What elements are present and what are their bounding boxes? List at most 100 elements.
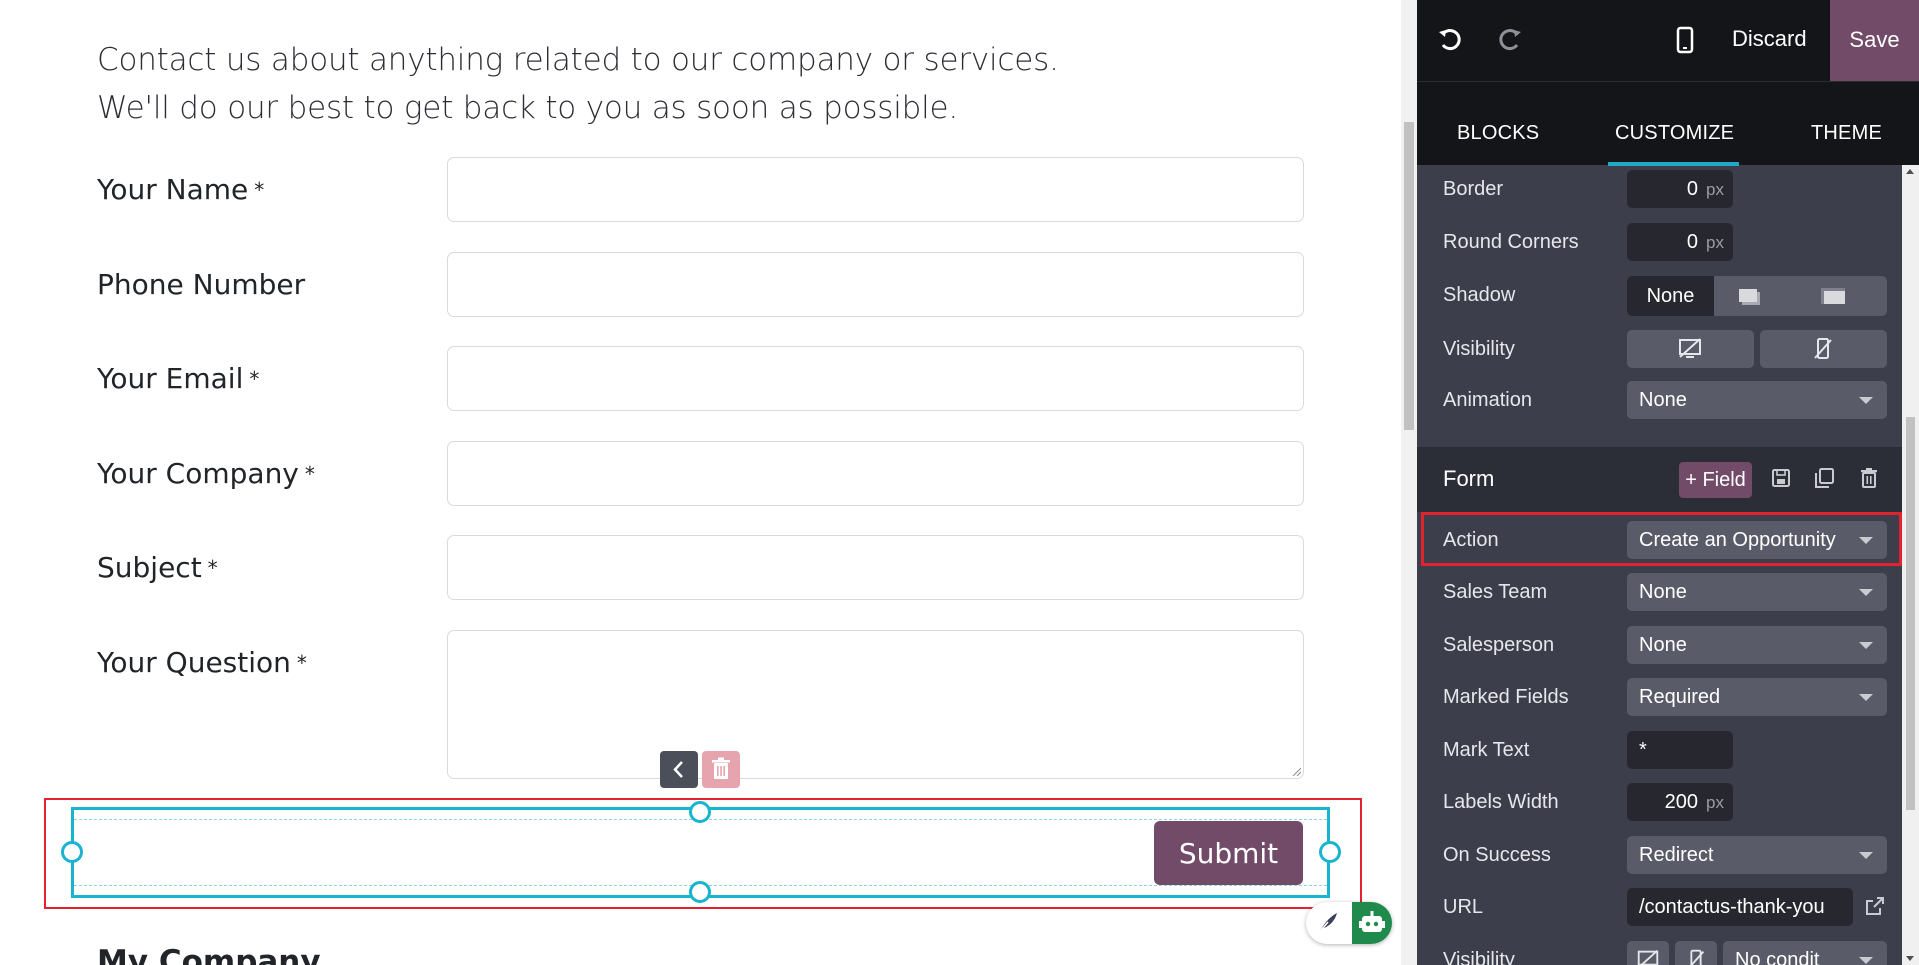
question-textarea[interactable]: [447, 630, 1304, 779]
resize-handle-left[interactable]: [61, 841, 83, 863]
resize-handle-top[interactable]: [689, 801, 711, 823]
chevron-down-icon: [1859, 694, 1873, 701]
border-width-input[interactable]: 0 px: [1627, 170, 1733, 208]
option-labels-width: Labels Width 200 px: [1417, 780, 1902, 824]
option-label: Visibility: [1443, 338, 1515, 360]
animation-select[interactable]: None: [1627, 381, 1887, 419]
resize-handle-bottom[interactable]: [689, 881, 711, 903]
active-tab-indicator: [1608, 162, 1739, 166]
field-label: Your Question *: [97, 646, 307, 679]
tab-blocks[interactable]: BLOCKS: [1457, 122, 1539, 145]
mobile-hidden-icon: [1814, 338, 1832, 359]
undo-icon[interactable]: [1435, 25, 1465, 55]
resize-handle-right[interactable]: [1319, 841, 1341, 863]
option-label: Shadow: [1443, 284, 1516, 306]
company-heading: My Company: [97, 944, 321, 965]
option-label: Visibility: [1443, 949, 1515, 965]
page-scrollbar-thumb[interactable]: [1404, 122, 1414, 430]
chevron-down-icon: [1859, 957, 1873, 964]
editor-toolbar: Discard Save: [1417, 0, 1919, 81]
on-success-select[interactable]: Redirect: [1627, 836, 1887, 874]
hide-desktop-button[interactable]: [1627, 330, 1754, 368]
chevron-left-icon: [673, 761, 683, 778]
option-label: URL: [1443, 896, 1484, 918]
bot-icon: [1359, 911, 1385, 932]
option-label: Marked Fields: [1443, 686, 1569, 708]
field-label: Subject *: [97, 551, 218, 584]
marked-fields-select[interactable]: Required: [1627, 678, 1887, 716]
option-url: URL /contactus-thank-you: [1417, 885, 1902, 929]
trash-icon[interactable]: [1856, 465, 1882, 491]
shadow-none-button[interactable]: None: [1627, 276, 1714, 316]
option-animation: Animation None: [1417, 378, 1902, 422]
salesperson-select[interactable]: None: [1627, 626, 1887, 664]
option-label: Border: [1443, 178, 1504, 200]
panel-scrollbar-thumb[interactable]: [1906, 417, 1915, 810]
round-corners-input[interactable]: 0 px: [1627, 223, 1733, 261]
sales-team-select[interactable]: None: [1627, 573, 1887, 611]
tab-customize[interactable]: CUSTOMIZE: [1615, 122, 1734, 145]
save-button[interactable]: Save: [1830, 0, 1919, 81]
field-label: Your Name *: [97, 173, 265, 206]
form-row-company: Your Company *: [97, 441, 1305, 507]
redo-icon[interactable]: [1495, 25, 1525, 55]
phone-input[interactable]: [447, 252, 1304, 317]
copy-icon[interactable]: [1811, 465, 1837, 491]
option-visibility-condition: Visibility No condit: [1417, 938, 1902, 965]
url-input[interactable]: /contactus-thank-you: [1627, 888, 1853, 926]
add-field-button[interactable]: + Field: [1679, 462, 1752, 498]
page-preview: Contact us about anything related to our…: [0, 0, 1401, 965]
option-marked-fields: Marked Fields Required: [1417, 675, 1902, 719]
bot-button[interactable]: [1352, 902, 1392, 944]
labels-width-input[interactable]: 200 px: [1627, 783, 1733, 821]
hide-mobile-button[interactable]: [1760, 330, 1887, 368]
option-label: Salesperson: [1443, 634, 1555, 656]
option-sales-team: Sales Team None: [1417, 570, 1902, 614]
shadow-outset-icon[interactable]: [1727, 283, 1767, 309]
form-row-question: Your Question *: [97, 630, 1305, 780]
option-on-success: On Success Redirect: [1417, 833, 1902, 877]
company-input[interactable]: [447, 441, 1304, 506]
action-highlight: [1421, 512, 1902, 566]
form-row-phone: Phone Number: [97, 252, 1305, 318]
desktop-hidden-icon: [1679, 338, 1701, 358]
chevron-down-icon: [1859, 642, 1873, 649]
mobile-icon[interactable]: [1670, 25, 1700, 55]
scroll-down-icon[interactable]: [1906, 956, 1914, 961]
form-row-name: Your Name *: [97, 157, 1305, 223]
editor-tabs: BLOCKS CUSTOMIZE THEME: [1417, 81, 1919, 166]
name-input[interactable]: [447, 157, 1304, 222]
tab-theme[interactable]: THEME: [1811, 122, 1882, 145]
panel-scrollbar[interactable]: [1902, 165, 1919, 965]
remove-block-button[interactable]: [702, 751, 740, 788]
form-section-title: Form: [1443, 466, 1495, 491]
move-left-button[interactable]: [660, 751, 698, 788]
option-visibility: Visibility: [1417, 327, 1902, 371]
submit-button[interactable]: Submit: [1154, 821, 1303, 885]
intro-line-1: Contact us about anything related to our…: [97, 42, 1059, 78]
visibility-condition-select[interactable]: No condit: [1723, 941, 1887, 965]
intro-line-2: We'll do our best to get back to you as …: [97, 90, 959, 126]
mark-text-input[interactable]: *: [1627, 731, 1733, 769]
save-icon[interactable]: [1768, 465, 1794, 491]
option-border: Border 0 px: [1417, 167, 1902, 211]
subject-input[interactable]: [447, 535, 1304, 600]
desktop-hidden-icon: [1637, 950, 1659, 965]
chevron-down-icon: [1859, 397, 1873, 404]
email-input[interactable]: [447, 346, 1304, 411]
resize-grip-icon[interactable]: [1291, 766, 1301, 776]
hide-desktop-button[interactable]: [1627, 941, 1669, 965]
discard-button[interactable]: Discard: [1732, 26, 1807, 52]
chevron-down-icon: [1859, 589, 1873, 596]
option-label: Animation: [1443, 389, 1532, 411]
option-label: On Success: [1443, 844, 1551, 866]
form-row-email: Your Email *: [97, 346, 1305, 412]
shadow-inset-icon[interactable]: [1813, 283, 1853, 309]
feather-icon[interactable]: [1311, 907, 1343, 939]
chevron-down-icon: [1859, 852, 1873, 859]
form-section-header: Form + Field: [1417, 447, 1902, 512]
hide-mobile-button[interactable]: [1675, 941, 1717, 965]
external-link-icon[interactable]: [1863, 894, 1887, 918]
page-scrollbar[interactable]: [1401, 0, 1417, 965]
scroll-up-icon[interactable]: [1906, 169, 1914, 174]
